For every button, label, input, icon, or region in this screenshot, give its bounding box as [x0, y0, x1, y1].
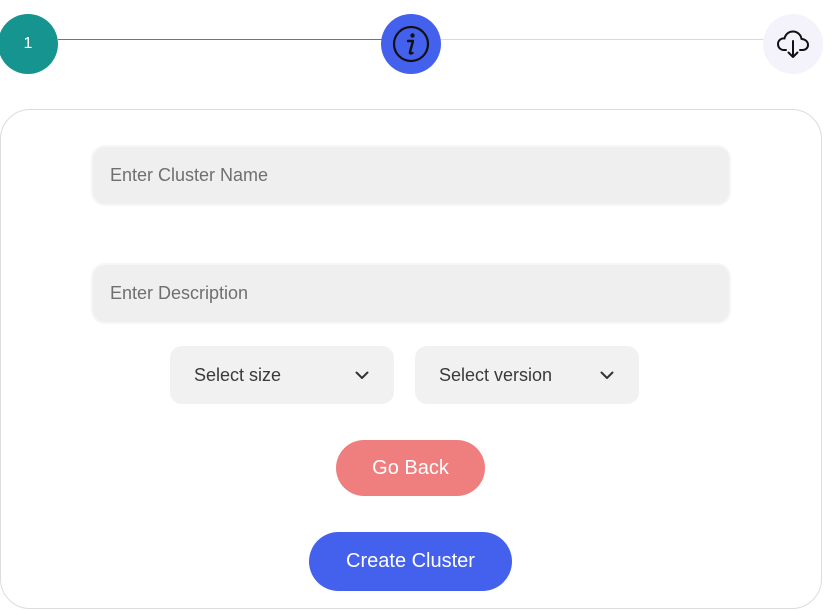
- step-2-indicator[interactable]: [381, 14, 441, 74]
- chevron-down-icon: [355, 371, 369, 379]
- chevron-down-icon: [600, 371, 614, 379]
- version-select-value: Select version: [439, 364, 553, 385]
- step-3-indicator[interactable]: [763, 14, 823, 74]
- version-select[interactable]: Select version: [415, 346, 639, 404]
- size-select-value: Select size: [194, 364, 282, 385]
- stepper-connector-pending: [440, 39, 765, 40]
- cluster-name-input[interactable]: [93, 147, 729, 204]
- info-icon: [392, 25, 430, 63]
- go-back-button[interactable]: Go Back: [336, 440, 485, 496]
- cloud-download-icon: [777, 30, 809, 58]
- description-input[interactable]: [93, 265, 729, 322]
- size-select[interactable]: Select size: [170, 346, 394, 404]
- stepper-connector-completed: [58, 39, 382, 40]
- step-1-number: 1: [23, 35, 33, 52]
- step-1-indicator[interactable]: 1: [0, 14, 58, 74]
- stepper: 1: [0, 0, 833, 100]
- create-cluster-button[interactable]: Create Cluster: [309, 532, 512, 591]
